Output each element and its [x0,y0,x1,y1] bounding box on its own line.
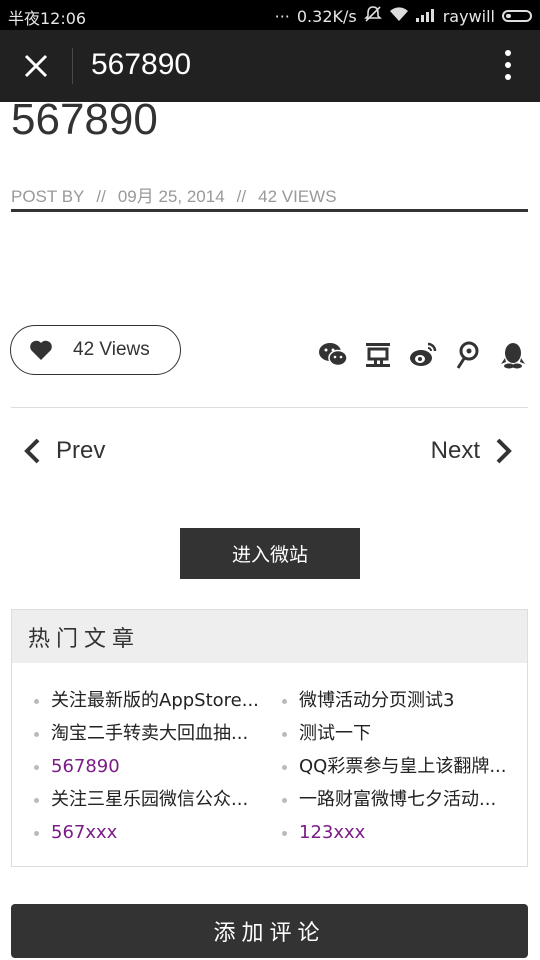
app-header: 567890 [0,30,540,102]
hot-articles-panel: 热门文章 关注最新版的AppStore... 淘宝二手转卖大回血抽... 567… [11,609,528,867]
header-divider [72,48,73,84]
weibo-icon[interactable] [408,340,438,370]
hot-article-link[interactable]: 关注三星乐园微信公众... [32,783,272,816]
hot-articles-left-list: 关注最新版的AppStore... 淘宝二手转卖大回血抽... 567890 关… [32,684,272,849]
views-like-button[interactable]: 42 Views [10,325,181,375]
add-comment-button[interactable]: 添加评论 [11,904,528,958]
share-icons [318,340,528,370]
hot-article-link[interactable]: 一路财富微博七夕活动... [280,783,520,816]
prev-label: Prev [56,437,106,464]
meta-separator: // [236,187,247,206]
qq-icon[interactable] [498,340,528,370]
hot-article-link[interactable]: 淘宝二手转卖大回血抽... [32,717,272,750]
wifi-icon [389,6,409,26]
more-dot-icon [505,74,511,80]
hot-article-link[interactable]: 567xxx [32,816,272,849]
meta-separator: // [96,187,106,206]
hot-article-link[interactable]: 123xxx [280,816,520,849]
prev-link[interactable]: Prev [22,436,105,466]
hot-articles-right-list: 微博活动分页测试3 测试一下 QQ彩票参与皇上该翻牌... 一路财富微博七夕活动… [280,684,520,849]
close-button[interactable] [14,44,58,88]
status-time: 半夜12:06 [8,9,87,28]
next-label: Next [430,437,480,464]
close-icon [24,54,48,78]
meta-divider [11,209,528,212]
douban-icon[interactable] [363,340,393,370]
status-bar: 半夜12:06 ··· 0.32K/s raywill [0,0,540,30]
more-dot-icon [505,62,511,68]
hot-articles-heading: 热门文章 [12,610,527,663]
views-count: 42 Views [73,339,150,360]
more-dot-icon [505,50,511,56]
battery-icon [502,10,532,22]
next-link[interactable]: Next [431,436,514,466]
network-speed: 0.32K/s [296,6,357,26]
wechat-icon[interactable] [318,340,348,370]
heart-icon [30,340,52,360]
chevron-right-icon [496,438,512,464]
signal-icon [415,7,436,26]
hot-article-link[interactable]: QQ彩票参与皇上该翻牌... [280,750,520,783]
status-right: ··· 0.32K/s raywill [275,5,532,27]
post-by: POST BY [11,187,85,206]
carrier-name: raywill [442,6,495,26]
hot-article-link[interactable]: 测试一下 [280,717,520,750]
tencent-weibo-icon[interactable] [453,340,483,370]
enter-micro-site-button[interactable]: 进入微站 [180,528,360,579]
mute-icon [363,5,382,27]
hot-article-link[interactable]: 微博活动分页测试3 [280,684,520,717]
chevron-left-icon [24,438,40,464]
hot-article-link[interactable]: 567890 [32,750,272,783]
hot-article-link[interactable]: 关注最新版的AppStore... [32,684,272,717]
post-views: 42 VIEWS [258,187,337,206]
post-date: 09月 25, 2014 [117,187,225,206]
header-title: 567890 [91,48,192,81]
section-divider [11,407,528,408]
dots-icon: ··· [274,6,290,26]
article-title: 567890 [11,95,158,144]
more-menu-button[interactable] [504,50,512,82]
post-meta: POST BY // 09月 25, 2014 // 42 VIEWS [11,182,337,207]
